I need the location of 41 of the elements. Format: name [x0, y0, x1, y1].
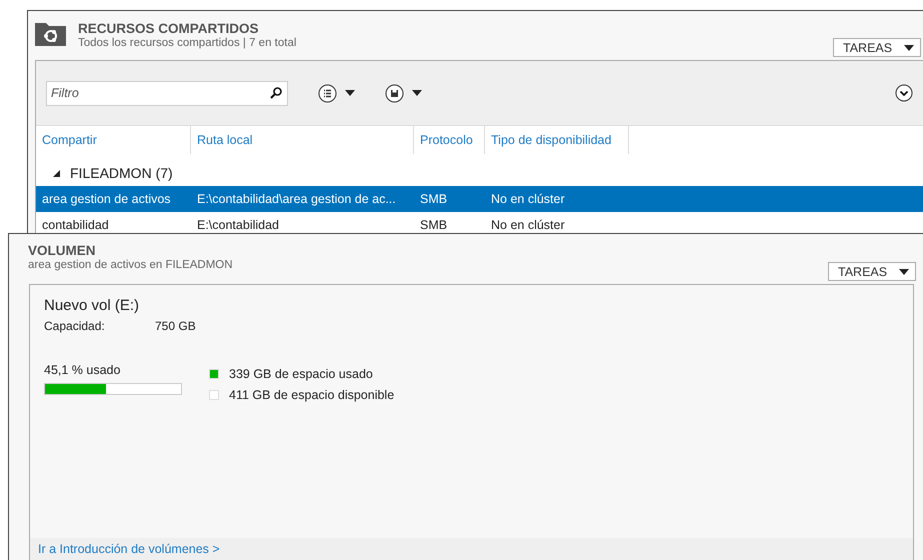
legend-label: 339 GB de espacio usado — [229, 366, 373, 380]
view-options-button[interactable] — [318, 84, 355, 102]
table-row[interactable]: area gestion de activos E:\contabilidad\area gestion de ac... SMB No en clúster — [36, 186, 923, 212]
table-cell-text: E:\contabilidad\area gestion de ac... — [196, 192, 397, 206]
column-header[interactable]: Compartir — [36, 126, 191, 154]
table-cell-text: No en clúster — [490, 218, 566, 232]
table-cell-text: SMB — [419, 192, 448, 206]
panel-title: RECURSOS COMPARTIDOS — [78, 21, 260, 36]
caret-icon — [899, 268, 909, 274]
legend-label: 411 GB de espacio disponible — [229, 388, 394, 402]
expand-icon[interactable] — [895, 84, 913, 102]
list-icon — [318, 84, 337, 102]
volumes-link[interactable]: Ir a Introducción de volúmenes > — [38, 542, 220, 556]
tasks-dropdown[interactable]: TAREAS — [828, 262, 916, 281]
table-cell-text: No en clúster — [490, 192, 566, 206]
filter-field[interactable]: Filtro — [46, 80, 288, 106]
caret-icon — [345, 90, 355, 96]
group-header[interactable]: FILEADMON (7) — [36, 160, 923, 186]
group-label: FILEADMON (7) — [70, 165, 173, 181]
caret-icon — [412, 90, 422, 96]
panel-subtitle: Todos los recursos compartidos | 7 en total — [78, 37, 296, 49]
search-icon[interactable] — [270, 86, 282, 98]
table-cell-text: E:\contabilidad — [196, 218, 280, 232]
table-cell-text: contabilidad — [41, 218, 110, 232]
panel-subtitle: area gestion de activos en FILEADMON — [28, 259, 233, 271]
volume-name: Nuevo vol (E:) — [44, 297, 140, 314]
table-cell-text: area gestion de activos — [41, 192, 172, 206]
save-query-button[interactable] — [385, 84, 422, 102]
panel-title: VOLUMEN — [28, 243, 96, 258]
shared-folder-icon — [35, 21, 66, 46]
table-cell-text: SMB — [419, 218, 448, 232]
table-row[interactable]: contabilidad E:\contabilidad SMB No en clúster — [36, 212, 923, 233]
usage-label: 45,1 % usado — [44, 363, 122, 377]
column-header[interactable]: Tipo de disponibilidad — [485, 126, 629, 154]
capacity-value: 750 GB — [155, 319, 196, 333]
column-header[interactable]: Ruta local — [191, 126, 414, 154]
save-icon — [385, 84, 404, 102]
capacity-label: Capacidad: — [44, 319, 106, 333]
caret-icon — [904, 44, 914, 50]
tasks-dropdown[interactable]: TAREAS — [833, 38, 921, 57]
column-header[interactable]: Protocolo — [414, 126, 485, 154]
